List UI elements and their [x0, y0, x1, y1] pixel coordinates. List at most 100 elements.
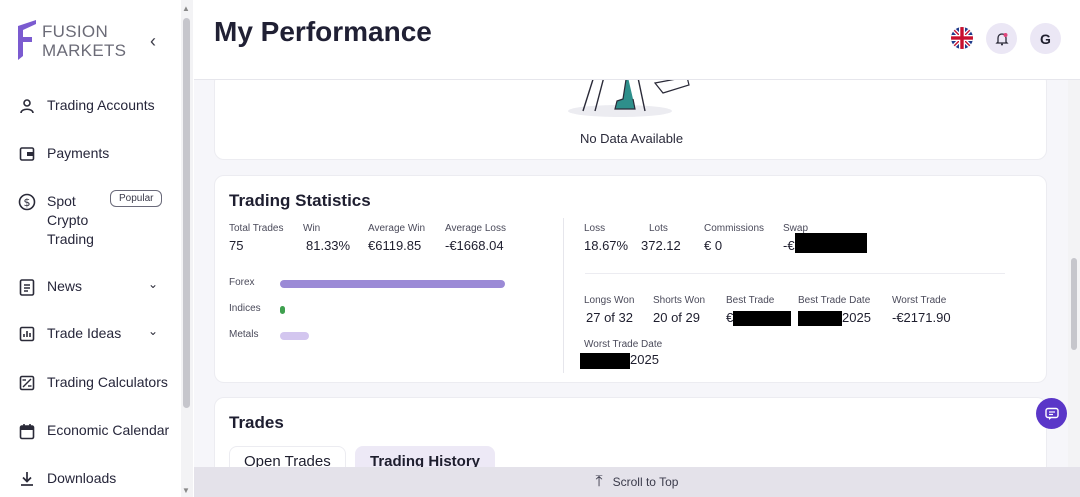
- fusion-logo-icon: [18, 20, 36, 60]
- sidebar-item-trading-calculators[interactable]: Trading Calculators: [16, 373, 176, 393]
- stat-lots: Lots 372.12: [641, 223, 681, 253]
- brand-logo[interactable]: FUSION MARKETS: [16, 20, 166, 64]
- stat-worst-trade: Worst Trade -€2171.90: [892, 295, 951, 325]
- stat-worst-trade-date: Worst Trade Date 2025: [580, 339, 663, 369]
- stat-label: Longs Won: [584, 295, 635, 306]
- popular-badge: Popular: [110, 190, 163, 207]
- stat-value: 81.33%: [306, 238, 351, 253]
- stat-label: Worst Trade Date: [584, 339, 663, 350]
- redacted-value: [733, 311, 792, 327]
- stat-label: Worst Trade: [892, 295, 947, 306]
- stat-label: Commissions: [704, 223, 765, 234]
- asset-bar-fill: [280, 306, 285, 314]
- main-content: No Data Available Trading Statistics Tot…: [194, 0, 1080, 497]
- uk-flag-icon[interactable]: [951, 27, 973, 49]
- sidebar-scrollbar[interactable]: ▲ ▼: [181, 0, 193, 497]
- sidebar: FUSION MARKETS ‹ Trading Accounts Paymen…: [0, 0, 180, 497]
- stat-value: 75: [229, 238, 244, 253]
- sidebar-scroll-thumb[interactable]: [183, 18, 190, 408]
- scroll-up-icon[interactable]: ▲: [182, 4, 190, 13]
- stat-value: 372.12: [641, 238, 681, 253]
- redacted-value: [580, 352, 630, 369]
- stat-label: Best Trade Date: [798, 295, 871, 306]
- stat-value: -€1668.04: [445, 238, 504, 253]
- stat-label: Lots: [649, 223, 668, 234]
- stat-shorts-won: Shorts Won 20 of 29: [653, 295, 705, 325]
- trading-statistics-card: Trading Statistics Total Trades 75 Win 8…: [214, 175, 1047, 383]
- brand-line2: MARKETS: [42, 41, 127, 60]
- wallet-icon: [16, 144, 38, 164]
- stat-label: Best Trade: [726, 295, 775, 306]
- stat-value: -€2171.90: [892, 310, 951, 325]
- main-scrollbar[interactable]: [1068, 80, 1080, 467]
- collapse-sidebar-icon[interactable]: ‹: [150, 32, 164, 50]
- stat-average-win: Average Win €6119.85: [368, 223, 425, 253]
- sidebar-item-payments[interactable]: Payments: [16, 144, 176, 164]
- sidebar-item-trading-accounts[interactable]: Trading Accounts: [16, 96, 176, 116]
- sidebar-item-label: Trade Ideas: [47, 325, 122, 341]
- asset-bar-metals: Metals: [229, 329, 519, 340]
- sidebar-item-trade-ideas[interactable]: Trade Ideas ⌄: [16, 324, 176, 344]
- scroll-to-top-label: Scroll to Top: [612, 475, 679, 489]
- sidebar-item-downloads[interactable]: Downloads: [16, 469, 176, 489]
- stat-value: 20 of 29: [653, 310, 700, 325]
- main-scroll-thumb[interactable]: [1071, 258, 1077, 350]
- sidebar-item-label: Economic Calendar: [47, 422, 170, 438]
- stat-loss: Loss 18.67%: [584, 223, 628, 253]
- calendar-icon: [16, 421, 38, 441]
- chevron-down-icon[interactable]: ⌄: [148, 324, 158, 338]
- sidebar-item-label: Trading Calculators: [47, 374, 168, 390]
- arrow-up-icon: ⤒: [595, 473, 603, 490]
- no-data-card: No Data Available: [214, 72, 1047, 160]
- stat-value: €: [726, 310, 734, 325]
- calculator-icon: [16, 373, 38, 393]
- stat-label: Win: [303, 223, 321, 234]
- scroll-down-icon[interactable]: ▼: [182, 486, 190, 495]
- stats-divider-horizontal: [585, 273, 1005, 274]
- chevron-down-icon[interactable]: ⌄: [148, 277, 158, 291]
- redacted-value: [798, 311, 842, 327]
- no-data-text: No Data Available: [579, 131, 684, 146]
- chat-support-button[interactable]: [1036, 398, 1067, 429]
- sidebar-item-label: Payments: [47, 145, 110, 161]
- stats-divider: [563, 218, 564, 373]
- asset-bar-fill: [280, 332, 309, 340]
- avatar[interactable]: G: [1030, 23, 1061, 54]
- stat-value: -€: [783, 238, 795, 253]
- stat-value: €6119.85: [368, 238, 422, 253]
- notification-bell-icon[interactable]: [986, 23, 1017, 54]
- stat-win: Win 81.33%: [303, 223, 350, 253]
- asset-bar-forex: Forex: [229, 277, 519, 288]
- stat-best-trade-date: Best Trade Date 2025: [798, 295, 871, 327]
- stat-average-loss: Average Loss -€1668.04: [445, 223, 506, 253]
- trades-title: Trades: [229, 413, 284, 432]
- stat-swap: Swap -€: [783, 223, 867, 253]
- sidebar-item-label: Downloads: [47, 470, 117, 486]
- stat-label: Average Win: [368, 223, 426, 234]
- page-header: My Performance G: [194, 0, 1080, 80]
- sidebar-item-label: News: [47, 278, 83, 294]
- stat-value: 27 of 32: [586, 310, 633, 325]
- sidebar-item-economic-calendar[interactable]: Economic Calendar: [16, 421, 176, 441]
- stat-value: 18.67%: [584, 238, 629, 253]
- sidebar-item-news[interactable]: News ⌄: [16, 277, 176, 297]
- scroll-to-top-button[interactable]: ⤒ Scroll to Top: [194, 467, 1080, 497]
- stat-value: € 0: [704, 238, 723, 253]
- redacted-value: [794, 232, 867, 253]
- stat-label: Loss: [584, 223, 606, 234]
- stat-best-trade: Best Trade €: [726, 295, 792, 327]
- stat-label: Shorts Won: [653, 295, 706, 306]
- asset-bar-indices: Indices: [229, 303, 519, 314]
- stat-longs-won: Longs Won 27 of 32: [584, 295, 634, 325]
- download-icon: [16, 469, 38, 489]
- page-title: My Performance: [214, 16, 432, 47]
- svg-text:$: $: [24, 196, 31, 209]
- asset-label: Indices: [229, 303, 261, 314]
- sidebar-item-label: Trading Accounts: [47, 97, 155, 113]
- brand-line1: FUSION: [42, 22, 109, 41]
- stat-label: Average Loss: [445, 223, 506, 234]
- stat-commissions: Commissions € 0: [704, 223, 764, 253]
- chat-icon: [1044, 407, 1059, 420]
- stat-value: 2025: [842, 310, 871, 325]
- dollar-circle-icon: $: [16, 192, 38, 212]
